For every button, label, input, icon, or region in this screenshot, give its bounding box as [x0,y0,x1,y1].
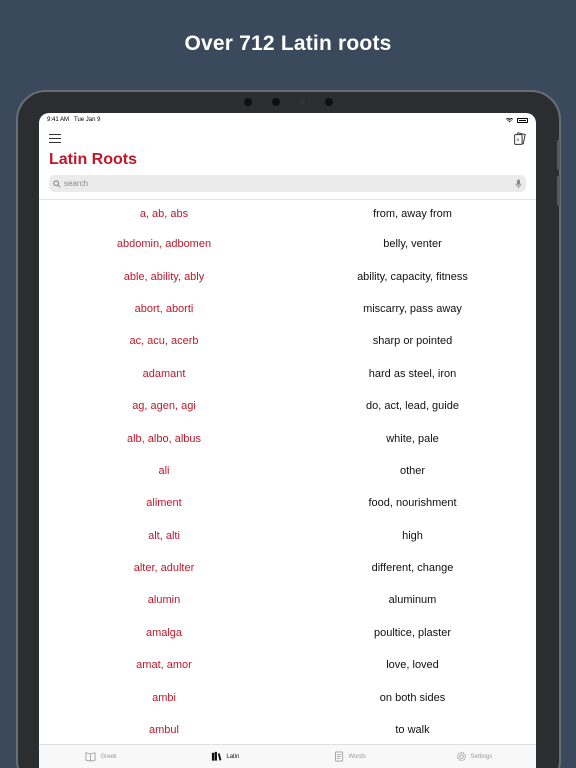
meaning-text: poultice, plaster [373,626,452,639]
camera-bar [243,98,334,106]
volume-button [557,140,560,170]
tab-settings[interactable]: Settings [412,745,536,768]
list-item[interactable]: ambi on both sides [39,681,536,713]
meaning-text: other [399,464,426,477]
root-text: amalga [145,626,183,639]
list-item[interactable]: ac, acu, acerb sharp or pointed [39,325,536,357]
list-item[interactable]: abdomin, adbomen belly, venter [39,228,536,260]
meaning-text: from, away from [373,208,452,220]
camera-lens [300,100,305,104]
root-text: ag, agen, agi [132,400,196,413]
root-text: abdomin, adbomen [116,238,212,251]
root-text: abort, aborti [134,302,194,315]
root-text: alb, albo, albus [127,432,201,445]
status-bar: 9:41 AM Tue Jan 9 [39,113,536,127]
battery-icon [517,117,528,123]
list-item[interactable]: abort, aborti miscarry, pass away [39,293,536,325]
tab-bar: Greek Latin Words Settings [39,744,536,768]
list-item[interactable]: ali other [39,455,536,487]
root-text: aliment [146,497,182,510]
volume-button [557,176,560,206]
book-icon [85,752,96,762]
search-input[interactable] [64,179,515,188]
roots-list: a, ab, abs from, away from abdomin, adbome… [39,200,536,744]
search-icon [53,179,61,188]
camera-dot [325,98,334,106]
root-text: ambul [149,724,179,737]
tab-label: Greek [100,753,117,760]
status-date: Tue Jan 9 [74,117,101,123]
list-item[interactable]: ag, agen, agi do, act, lead, guide [39,390,536,422]
list-item[interactable]: alumin aluminum [39,584,536,616]
root-text: amat, amor [136,659,192,672]
page-title: Latin Roots [49,151,137,168]
meaning-text: white, pale [386,432,439,445]
camera-dot [243,98,252,106]
list-item[interactable]: aliment food, nourishment [39,487,536,519]
root-text: able, ability, ably [123,270,205,283]
list-item[interactable]: alt, alti high [39,520,536,552]
meaning-text: belly, venter [383,238,442,251]
root-text: ac, acu, acerb [129,335,199,348]
word-list-icon [334,751,343,762]
root-text: ambi [152,691,176,704]
flashcards-icon[interactable]: a [514,132,526,145]
root-text: adamant [142,367,186,380]
list-item[interactable]: a, ab, abs from, away from [39,200,536,228]
app-screen: 9:41 AM Tue Jan 9 a Latin Roots search a… [39,113,536,768]
svg-text:a: a [517,137,520,142]
meaning-text: different, change [371,562,454,575]
meaning-text: to walk [395,724,430,737]
meaning-text: food, nourishment [368,497,457,510]
toolbar: a [39,129,536,149]
search-bar[interactable] [49,175,526,192]
meaning-text: do, act, lead, guide [366,400,459,413]
wifi-icon [506,117,513,122]
tab-latin[interactable]: Latin [163,745,287,768]
root-text: ali [158,464,170,477]
root-text: alter, adulter [133,562,195,575]
promo-title: Over 712 Latin roots [184,32,392,55]
root-text: alumin [147,594,181,607]
list-item[interactable]: amalga poultice, plaster [39,617,536,649]
camera-dot [272,98,281,106]
list-item[interactable]: amat, amor love, loved [39,649,536,681]
root-text: a, ab, abs [139,208,189,220]
tab-label: Settings [470,753,493,760]
meaning-text: hard as steel, iron [368,367,457,380]
microphone-icon[interactable] [515,179,522,189]
status-time: 9:41 AM [47,117,70,123]
meaning-text: aluminum [388,594,437,607]
gear-icon [456,751,466,762]
list-item[interactable]: alter, adulter different, change [39,552,536,584]
meaning-text: sharp or pointed [372,335,453,348]
tab-label: Latin [226,753,240,760]
meaning-text: ability, capacity, fitness [357,270,468,283]
meaning-text: on both sides [379,691,446,704]
tab-words[interactable]: Words [288,745,412,768]
menu-icon[interactable] [49,134,61,143]
list-item[interactable]: ambul to walk [39,714,536,744]
meaning-text: miscarry, pass away [363,302,462,315]
books-icon [212,751,222,761]
meaning-text: love, loved [386,659,439,672]
list-item[interactable]: adamant hard as steel, iron [39,358,536,390]
tab-label: Words [348,753,366,760]
meaning-text: high [402,529,423,542]
list-item[interactable]: alb, albo, albus white, pale [39,422,536,454]
root-text: alt, alti [148,529,180,542]
list-item[interactable]: able, ability, ably ability, capacity, fi… [39,260,536,292]
tab-greek[interactable]: Greek [39,745,163,768]
